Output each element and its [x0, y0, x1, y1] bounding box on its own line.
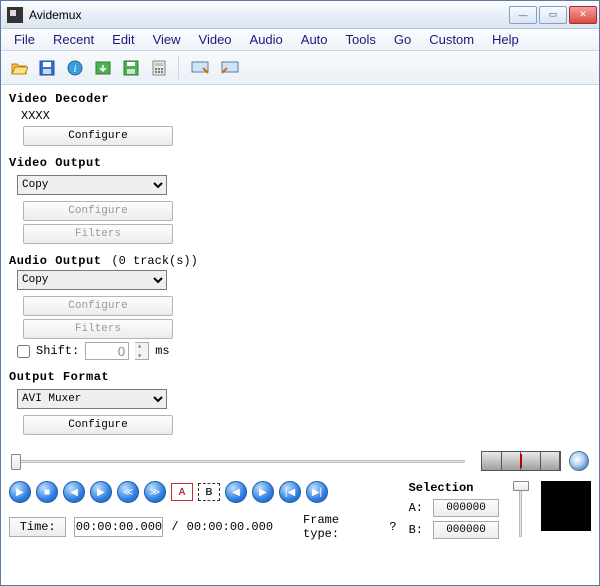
close-button[interactable]: ✕: [569, 6, 597, 24]
jog-wheel[interactable]: [481, 451, 561, 471]
audio-output-filters-button[interactable]: Filters: [23, 319, 173, 339]
selection-a-value[interactable]: 000000: [433, 499, 499, 517]
video-decoder-title: Video Decoder: [9, 92, 239, 106]
toggle-input-preview-button[interactable]: [189, 56, 213, 80]
seek-slider[interactable]: [11, 451, 473, 471]
open-button[interactable]: [7, 56, 31, 80]
load-project-button[interactable]: [91, 56, 115, 80]
set-marker-a-button[interactable]: A: [171, 483, 193, 501]
save-project-button[interactable]: [119, 56, 143, 80]
shift-checkbox[interactable]: [17, 345, 30, 358]
prev-black-frame-button[interactable]: ◀: [225, 481, 247, 503]
time-current[interactable]: 00:00:00.000: [74, 517, 163, 537]
minimize-button[interactable]: —: [509, 6, 537, 24]
frametype-label: Frame type:: [303, 513, 381, 541]
volume-slider[interactable]: [511, 481, 529, 541]
menu-help[interactable]: Help: [483, 30, 528, 49]
info-icon: i: [66, 59, 84, 77]
next-black-frame-button[interactable]: ▶: [252, 481, 274, 503]
output-format-configure-button[interactable]: Configure: [23, 415, 173, 435]
prev-frame-button[interactable]: ◀: [63, 481, 85, 503]
play-button[interactable]: ▶: [9, 481, 31, 503]
video-output-filters-button[interactable]: Filters: [23, 224, 173, 244]
menu-edit[interactable]: Edit: [103, 30, 143, 49]
save-project-icon: [122, 59, 140, 77]
selection-b-label: B:: [409, 523, 423, 537]
output-format-title: Output Format: [9, 370, 239, 384]
video-output-title: Video Output: [9, 156, 239, 170]
video-decoder-section: Video Decoder XXXX Configure: [9, 92, 239, 146]
calculator-button[interactable]: [147, 56, 171, 80]
menu-video[interactable]: Video: [190, 30, 241, 49]
frametype-value: ?: [389, 520, 396, 534]
monitor-a-icon: [191, 59, 211, 77]
audio-output-configure-button[interactable]: Configure: [23, 296, 173, 316]
toolbar: i: [1, 51, 599, 85]
time-separator: /: [171, 520, 178, 534]
shift-label: Shift:: [36, 344, 79, 358]
menu-bar: File Recent Edit View Video Audio Auto T…: [1, 29, 599, 51]
svg-text:i: i: [73, 63, 76, 75]
info-button[interactable]: i: [63, 56, 87, 80]
menu-audio[interactable]: Audio: [241, 30, 292, 49]
selection-panel: Selection A: 000000 B: 000000: [409, 481, 499, 539]
prev-keyframe-button[interactable]: ≪: [117, 481, 139, 503]
menu-custom[interactable]: Custom: [420, 30, 483, 49]
menu-tools[interactable]: Tools: [337, 30, 385, 49]
calculator-icon: [150, 59, 168, 77]
window-title: Avidemux: [29, 8, 509, 22]
disc-icon[interactable]: [569, 451, 589, 471]
selection-a-label: A:: [409, 501, 423, 515]
save-video-button[interactable]: [35, 56, 59, 80]
open-icon: [10, 59, 28, 77]
menu-go[interactable]: Go: [385, 30, 420, 49]
selection-title: Selection: [409, 481, 499, 495]
next-keyframe-button[interactable]: ≫: [144, 481, 166, 503]
save-icon: [38, 59, 56, 77]
video-output-section: Video Output Copy Configure Filters: [9, 156, 239, 244]
time-button[interactable]: Time:: [9, 517, 66, 537]
selection-b-value[interactable]: 000000: [433, 521, 499, 539]
time-total: 00:00:00.000: [187, 520, 273, 534]
toolbar-separator: [178, 56, 182, 80]
output-format-section: Output Format AVI Muxer Configure: [9, 370, 239, 435]
menu-file[interactable]: File: [5, 30, 44, 49]
maximize-button[interactable]: ▭: [539, 6, 567, 24]
shift-unit: ms: [155, 344, 169, 358]
menu-view[interactable]: View: [144, 30, 190, 49]
audio-output-title: Audio Output: [9, 254, 101, 268]
audio-output-tracks: (0 track(s)): [111, 254, 197, 268]
audio-output-select[interactable]: Copy: [17, 270, 167, 290]
video-decoder-configure-button[interactable]: Configure: [23, 126, 173, 146]
monitor-b-icon: [219, 59, 239, 77]
load-project-icon: [94, 59, 112, 77]
audio-output-section: Audio Output (0 track(s)) Copy Configure…: [9, 254, 239, 360]
output-format-select[interactable]: AVI Muxer: [17, 389, 167, 409]
shift-value-input[interactable]: [85, 342, 129, 360]
stop-button[interactable]: ■: [36, 481, 58, 503]
set-marker-b-button[interactable]: B: [198, 483, 220, 501]
video-decoder-codec: XXXX: [21, 109, 239, 123]
shift-spinner[interactable]: [135, 342, 149, 360]
next-frame-button[interactable]: ▶: [90, 481, 112, 503]
video-output-configure-button[interactable]: Configure: [23, 201, 173, 221]
video-output-select[interactable]: Copy: [17, 175, 167, 195]
toggle-output-preview-button[interactable]: [217, 56, 241, 80]
preview-thumbnail: [541, 481, 591, 531]
app-icon: [7, 7, 23, 23]
goto-end-button[interactable]: ▶|: [306, 481, 328, 503]
menu-auto[interactable]: Auto: [292, 30, 337, 49]
menu-recent[interactable]: Recent: [44, 30, 103, 49]
transport-controls: ▶ ■ ◀ ▶ ≪ ≫ A B ◀ ▶ |◀ ▶|: [9, 481, 397, 503]
goto-start-button[interactable]: |◀: [279, 481, 301, 503]
